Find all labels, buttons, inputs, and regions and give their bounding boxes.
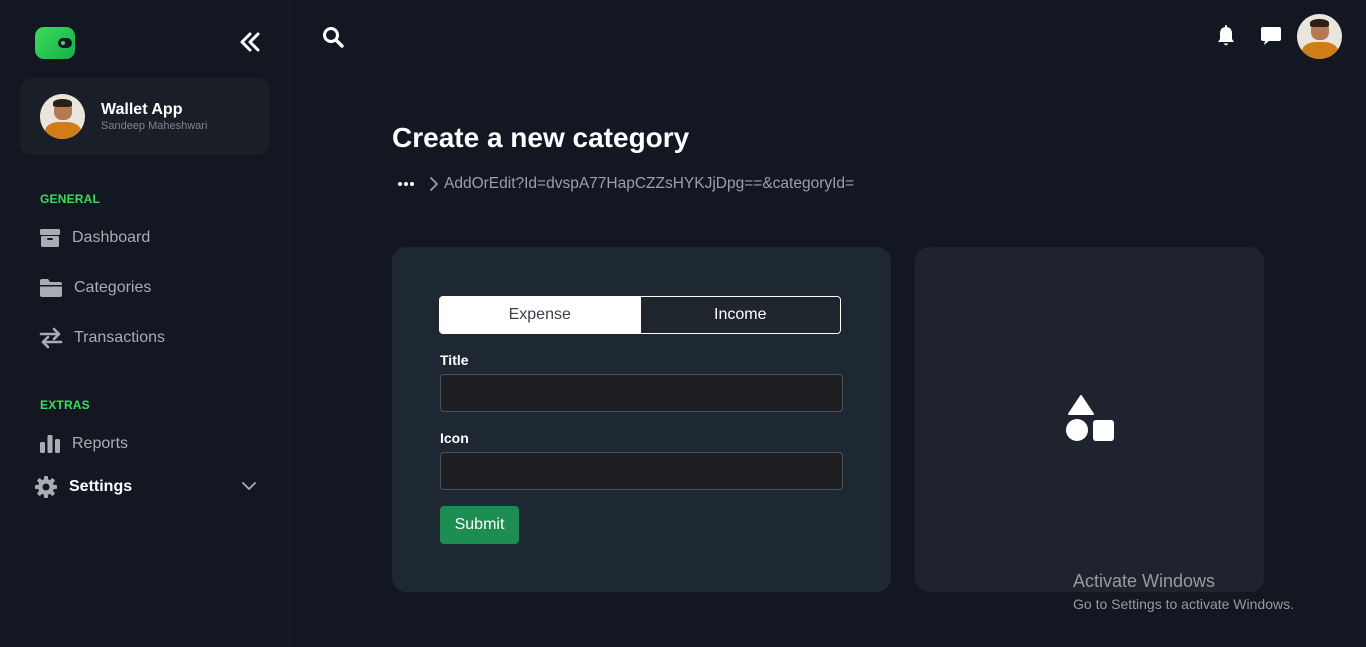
sidebar-item-label: Transactions (74, 329, 165, 346)
section-label-general: GENERAL (40, 192, 101, 206)
title-input[interactable] (440, 374, 843, 412)
page-title: Create a new category (392, 122, 690, 153)
shapes-icon (1065, 394, 1117, 442)
avatar (40, 94, 85, 139)
sidebar-item-settings[interactable]: Settings (34, 472, 254, 502)
sidebar-item-reports[interactable]: Reports (38, 429, 258, 459)
activation-watermark-title: Activate Windows (1073, 571, 1216, 591)
profile-name: Wallet App (101, 101, 183, 118)
profile-card[interactable]: Wallet App Sandeep Maheshwari (20, 78, 269, 155)
box-icon (38, 226, 62, 250)
sidebar-item-label: Settings (69, 478, 133, 495)
bar-chart-icon (38, 432, 62, 456)
sidebar-item-label: Categories (74, 279, 152, 296)
profile-subtitle: Sandeep Maheshwari (101, 120, 208, 132)
breadcrumb: AddOrEdit?Id=dvspA77HapCZZsHYKJjDpg==&ca… (392, 172, 854, 196)
chevron-right-icon (426, 176, 442, 192)
sidebar-item-label: Dashboard (72, 229, 151, 246)
sidebar-item-label: Reports (72, 435, 129, 452)
folder-icon (38, 276, 64, 300)
submit-button[interactable]: Submit (440, 506, 519, 544)
sidebar-item-categories[interactable]: Categories (38, 273, 258, 303)
icon-label: Icon (440, 430, 469, 446)
breadcrumb-current: AddOrEdit?Id=dvspA77HapCZZsHYKJjDpg==&ca… (444, 175, 855, 192)
wallet-icon[interactable] (35, 27, 75, 59)
gear-icon (34, 475, 58, 499)
double-chevron-left-icon[interactable] (236, 30, 264, 54)
bell-icon[interactable] (1214, 24, 1238, 48)
icon-preview-card (915, 247, 1264, 592)
user-avatar[interactable] (1297, 14, 1342, 59)
type-toggle: Expense Income (439, 296, 841, 334)
section-label-extras: EXTRAS (40, 398, 90, 412)
exchange-arrows-icon (38, 326, 64, 350)
search-icon[interactable] (322, 26, 346, 48)
title-label: Title (440, 352, 469, 368)
activation-watermark-subtitle: Go to Settings to activate Windows. (1073, 596, 1294, 612)
sidebar-item-dashboard[interactable]: Dashboard (38, 223, 258, 253)
sidebar: Wallet App Sandeep Maheshwari GENERAL Da… (0, 0, 290, 647)
expense-toggle[interactable]: Expense (440, 297, 640, 333)
ellipsis-icon[interactable] (392, 172, 420, 196)
category-form: Expense Income Title Icon Submit (392, 247, 891, 592)
chevron-down-icon[interactable] (240, 479, 258, 493)
chat-icon[interactable] (1259, 24, 1283, 48)
income-toggle[interactable]: Income (639, 297, 840, 333)
icon-input[interactable] (440, 452, 843, 490)
sidebar-item-transactions[interactable]: Transactions (38, 323, 258, 353)
